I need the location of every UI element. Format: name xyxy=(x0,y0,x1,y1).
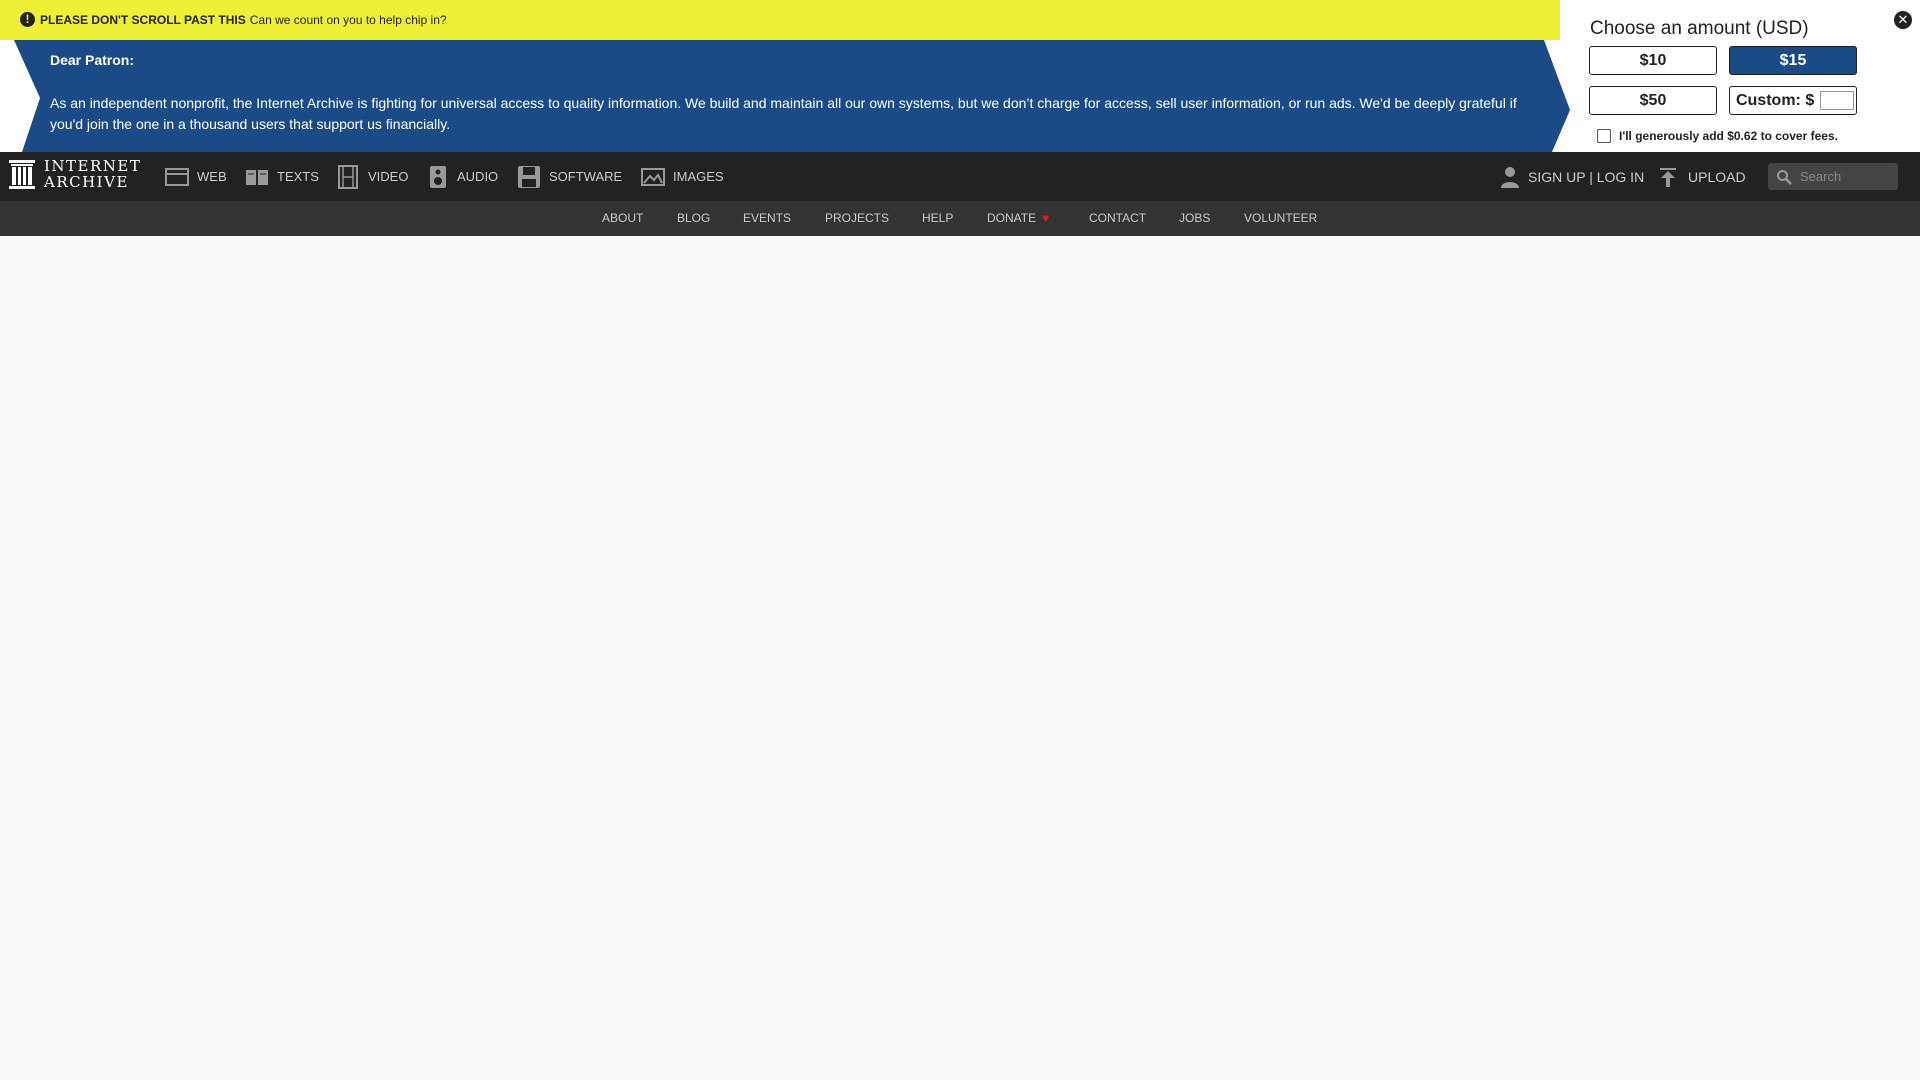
subnav-blog[interactable]: BLOG xyxy=(677,201,710,236)
nav-software[interactable]: SOFTWARE xyxy=(517,152,622,201)
custom-amount-box[interactable]: Custom: $ xyxy=(1729,86,1857,115)
account-links[interactable]: SIGN UP | LOG IN xyxy=(1500,152,1644,201)
subnav-donate[interactable]: DONATE ♥ xyxy=(987,201,1049,236)
search-input[interactable]: Search xyxy=(1800,169,1841,184)
image-icon xyxy=(641,167,665,186)
sign-up-log-in-link[interactable]: SIGN UP | LOG IN xyxy=(1528,169,1644,185)
banner-appeal-text: As an independent nonprofit, the Interne… xyxy=(50,95,1517,132)
close-banner-button[interactable]: ✕ xyxy=(1893,10,1913,30)
heart-icon: ♥ xyxy=(1042,211,1050,225)
film-icon xyxy=(338,164,358,189)
subnav-volunteer[interactable]: VOLUNTEER xyxy=(1244,201,1317,236)
cover-fees-row[interactable]: I'll generously add $0.62 to cover fees. xyxy=(1597,129,1838,143)
subnav-jobs[interactable]: JOBS xyxy=(1179,201,1210,236)
subnav-about[interactable]: ABOUT xyxy=(602,201,643,236)
donation-banner: ! PLEASE DON'T SCROLL PAST THIS Can we c… xyxy=(0,0,1920,152)
close-icon: ✕ xyxy=(1897,12,1909,27)
nav-audio[interactable]: AUDIO xyxy=(427,152,498,201)
subnav-help[interactable]: HELP xyxy=(922,201,953,236)
cover-fees-checkbox[interactable] xyxy=(1597,129,1611,143)
amount-15-button[interactable]: $15 xyxy=(1729,46,1857,75)
exclamation-icon: ! xyxy=(20,12,35,27)
user-icon xyxy=(1501,166,1519,188)
floppy-disk-icon xyxy=(518,165,540,188)
nav-web[interactable]: WEB xyxy=(165,152,227,201)
search-icon xyxy=(1777,169,1792,185)
subnav-events[interactable]: EVENTS xyxy=(743,201,791,236)
speaker-icon xyxy=(430,165,446,188)
secondary-navigation: ABOUT BLOG EVENTS PROJECTS HELP DONATE ♥ … xyxy=(0,201,1920,236)
subnav-contact[interactable]: CONTACT xyxy=(1089,201,1146,236)
donate-title: Choose an amount (USD) xyxy=(1590,18,1809,39)
cover-fees-label: I'll generously add $0.62 to cover fees. xyxy=(1619,129,1838,143)
custom-amount-input[interactable] xyxy=(1820,91,1855,110)
amount-10-button[interactable]: $10 xyxy=(1589,46,1717,75)
logo-wordmark: INTERNET ARCHIVE xyxy=(44,157,142,191)
upload-icon xyxy=(1660,167,1676,187)
amount-50-button[interactable]: $50 xyxy=(1589,86,1717,115)
custom-amount-label: Custom: $ xyxy=(1736,91,1815,109)
web-icon xyxy=(165,167,189,186)
nav-images[interactable]: IMAGES xyxy=(641,152,724,201)
banner-greeting: Dear Patron: xyxy=(50,52,135,68)
page-body xyxy=(0,236,1920,1080)
nav-video[interactable]: VIDEO xyxy=(336,152,408,201)
internet-archive-logo[interactable]: INTERNET ARCHIVE xyxy=(8,158,141,190)
top-navigation: INTERNET ARCHIVE WEB TEXTS VIDEO AUDIO S… xyxy=(0,152,1920,201)
subnav-projects[interactable]: PROJECTS xyxy=(825,201,889,236)
banner-alert-line: ! PLEASE DON'T SCROLL PAST THIS Can we c… xyxy=(20,12,447,27)
donate-panel: Choose an amount (USD) xyxy=(1588,18,1878,40)
search-box[interactable]: Search xyxy=(1768,163,1898,190)
book-icon xyxy=(246,169,268,185)
archive-building-icon xyxy=(9,160,35,189)
upload-link[interactable]: UPLOAD xyxy=(1658,152,1746,201)
alert-heading: PLEASE DON'T SCROLL PAST THIS xyxy=(40,12,246,27)
nav-texts[interactable]: TEXTS xyxy=(245,152,319,201)
alert-text: Can we count on you to help chip in? xyxy=(249,12,447,27)
